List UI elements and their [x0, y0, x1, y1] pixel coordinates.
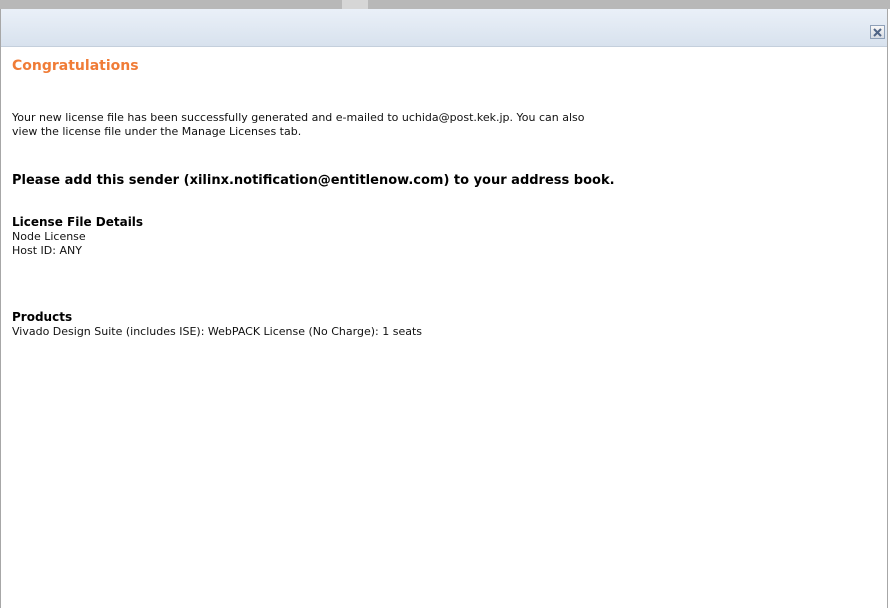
success-message-line-2: view the license file under the Manage L… — [12, 125, 302, 138]
close-icon — [873, 27, 882, 37]
license-details-section: License File Details Node License Host I… — [12, 215, 143, 258]
dialog-heading: Congratulations — [12, 58, 139, 74]
background-tab — [342, 0, 368, 9]
background-bar — [0, 0, 890, 9]
close-button[interactable] — [870, 25, 885, 39]
products-title: Products — [12, 310, 73, 324]
success-message-line-1: Your new license file has been successfu… — [12, 111, 585, 124]
license-details-title: License File Details — [12, 215, 144, 229]
license-type: Node License — [12, 230, 86, 243]
host-id: Host ID: ANY — [12, 244, 82, 257]
license-dialog — [0, 9, 888, 608]
product-item: Vivado Design Suite (includes ISE): WebP… — [12, 325, 422, 338]
dialog-content: Congratulations Your new license file ha… — [12, 56, 872, 338]
dialog-title-bar — [1, 9, 887, 47]
success-message: Your new license file has been successfu… — [12, 111, 812, 139]
products-section: Products Vivado Design Suite (includes I… — [12, 310, 422, 339]
sender-notice: Please add this sender (xilinx.notificat… — [12, 173, 615, 188]
